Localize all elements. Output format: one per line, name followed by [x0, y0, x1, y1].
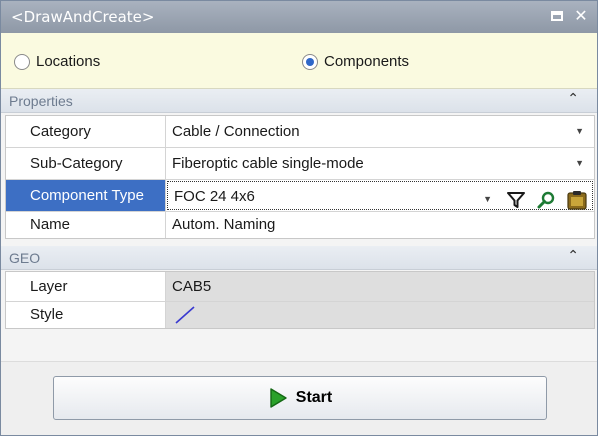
geo-row-style[interactable]: Style	[6, 302, 594, 328]
component-type-actions: ▼	[483, 185, 588, 214]
collapse-chevron-icon[interactable]: ⌃	[567, 248, 579, 264]
start-button-label: Start	[295, 389, 333, 406]
radio-locations-label: Locations	[36, 53, 101, 70]
window-title: <DrawAndCreate>	[11, 8, 155, 26]
radio-locations[interactable]: Locations	[14, 53, 100, 70]
start-button[interactable]: Start	[53, 376, 547, 420]
property-key: Name	[6, 212, 166, 238]
maximize-button[interactable]	[547, 6, 567, 26]
property-key: Sub-Category	[6, 148, 166, 179]
maximize-icon	[551, 11, 563, 21]
style-value	[166, 302, 594, 328]
property-value: Autom. Naming	[172, 216, 276, 233]
property-key: Category	[6, 116, 166, 147]
geo-row-layer[interactable]: Layer CAB5	[6, 272, 594, 302]
radio-components-circle[interactable]	[302, 53, 318, 70]
geo-grid: Layer CAB5 Style	[5, 271, 595, 329]
close-button[interactable]: ✕	[571, 6, 591, 26]
dropdown-arrow-icon[interactable]: ▼	[575, 148, 584, 179]
geo-header-label: GEO	[9, 250, 41, 266]
property-row-name[interactable]: Name Autom. Naming	[6, 212, 594, 238]
property-row-category[interactable]: Category Cable / Connection ▼	[6, 116, 594, 148]
mode-selector: Locations Components	[1, 33, 597, 89]
clipboard-icon[interactable]	[566, 189, 588, 211]
geo-key: Layer	[6, 272, 166, 301]
properties-section-header[interactable]: Properties ⌃	[1, 89, 597, 113]
filter-icon[interactable]	[506, 190, 526, 210]
dropdown-arrow-icon[interactable]: ▼	[575, 116, 584, 147]
category-dropdown[interactable]: Cable / Connection ▼	[166, 116, 594, 147]
collapse-chevron-icon[interactable]: ⌃	[567, 91, 579, 107]
close-icon: ✕	[574, 6, 588, 25]
line-style-icon	[175, 306, 195, 324]
properties-grid: Category Cable / Connection ▼ Sub-Catego…	[5, 115, 595, 239]
radio-components[interactable]: Components	[302, 53, 409, 70]
geo-section-header[interactable]: GEO ⌃	[1, 246, 597, 270]
layer-value: CAB5	[166, 272, 594, 301]
name-field[interactable]: Autom. Naming	[166, 212, 594, 238]
geo-value: CAB5	[172, 278, 212, 295]
dropdown-arrow-icon[interactable]: ▼	[483, 185, 492, 214]
property-value: Cable / Connection	[172, 123, 300, 140]
property-value: Fiberoptic cable single-mode	[172, 155, 364, 172]
geo-key: Style	[6, 302, 166, 328]
radio-locations-circle[interactable]	[14, 53, 30, 70]
property-row-subcategory[interactable]: Sub-Category Fiberoptic cable single-mod…	[6, 148, 594, 180]
property-row-component-type[interactable]: Component Type FOC 24 4x6 ▼	[6, 180, 594, 212]
property-key: Component Type	[6, 180, 166, 211]
radio-components-label: Components	[324, 53, 410, 70]
draw-and-create-window: <DrawAndCreate> ✕ Locations Components P…	[0, 0, 598, 436]
search-icon[interactable]	[536, 190, 556, 210]
footer: Start	[1, 361, 597, 435]
component-type-dropdown[interactable]: FOC 24 4x6 ▼	[167, 181, 593, 210]
title-bar: <DrawAndCreate> ✕	[1, 1, 597, 33]
subcategory-dropdown[interactable]: Fiberoptic cable single-mode ▼	[166, 148, 594, 179]
play-icon	[270, 388, 287, 408]
property-value: FOC 24 4x6	[174, 188, 255, 205]
properties-header-label: Properties	[9, 93, 73, 109]
